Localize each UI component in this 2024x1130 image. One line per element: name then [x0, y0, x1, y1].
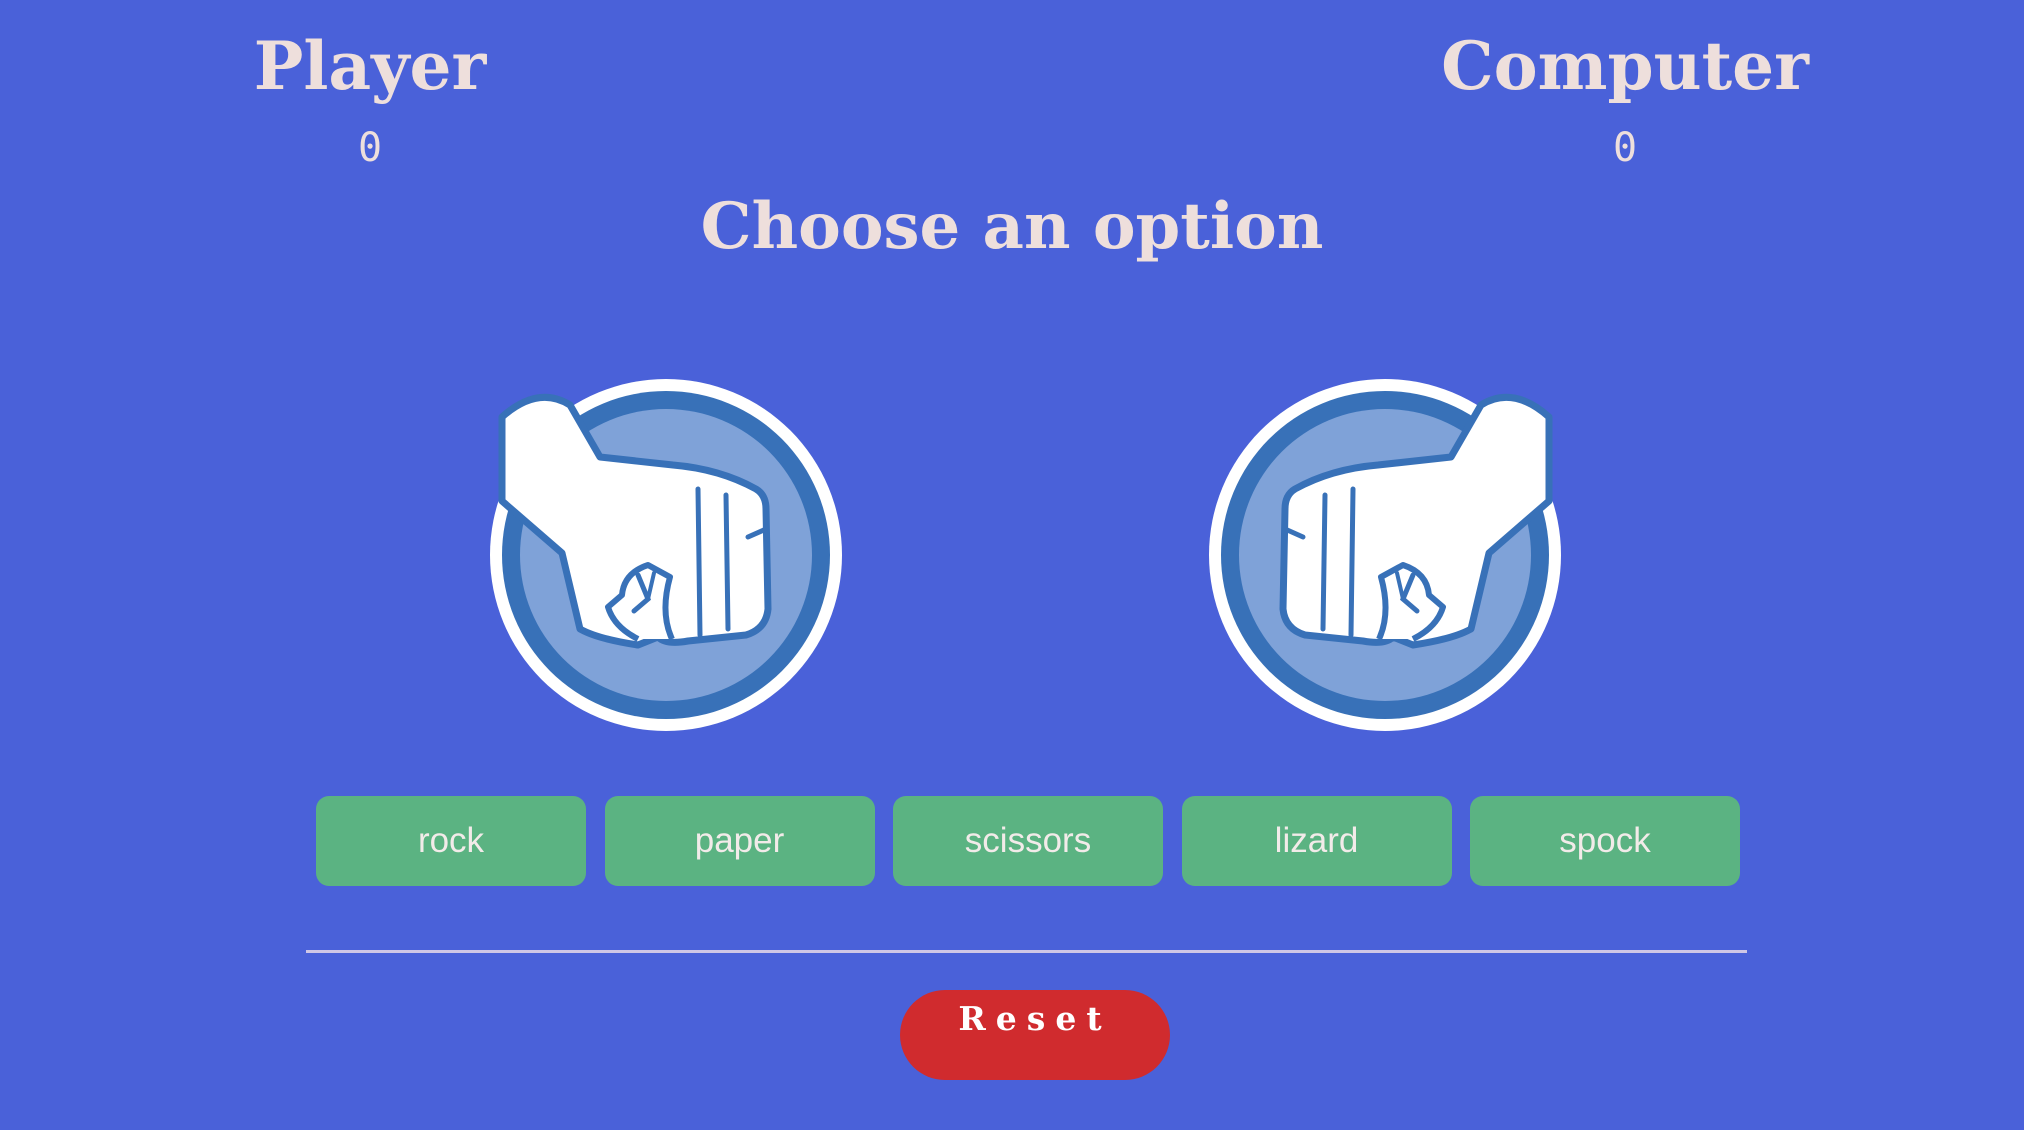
- rock-button[interactable]: rock: [316, 796, 586, 886]
- reset-button[interactable]: Reset: [900, 990, 1170, 1080]
- lizard-button[interactable]: lizard: [1181, 796, 1452, 886]
- spock-button[interactable]: spock: [1470, 796, 1740, 886]
- computer-label: Computer: [1441, 27, 1809, 105]
- computer-score-panel: Computer 0: [1425, 18, 1825, 174]
- player-score: 0: [357, 125, 383, 171]
- player-score-panel: Player 0: [170, 18, 570, 174]
- computer-hand-display: [1207, 377, 1563, 733]
- choose-option-heading: Choose an option: [700, 189, 1324, 264]
- rock-fist-icon: [490, 379, 842, 731]
- choice-button-row: rock paper scissors lizard spock: [316, 796, 1740, 886]
- paper-button[interactable]: paper: [604, 796, 875, 886]
- divider: [306, 950, 1747, 953]
- rock-fist-icon: [1209, 379, 1561, 731]
- computer-score: 0: [1612, 125, 1638, 171]
- player-label: Player: [253, 27, 487, 105]
- player-hand-display: [488, 377, 844, 733]
- scissors-button[interactable]: scissors: [893, 796, 1163, 886]
